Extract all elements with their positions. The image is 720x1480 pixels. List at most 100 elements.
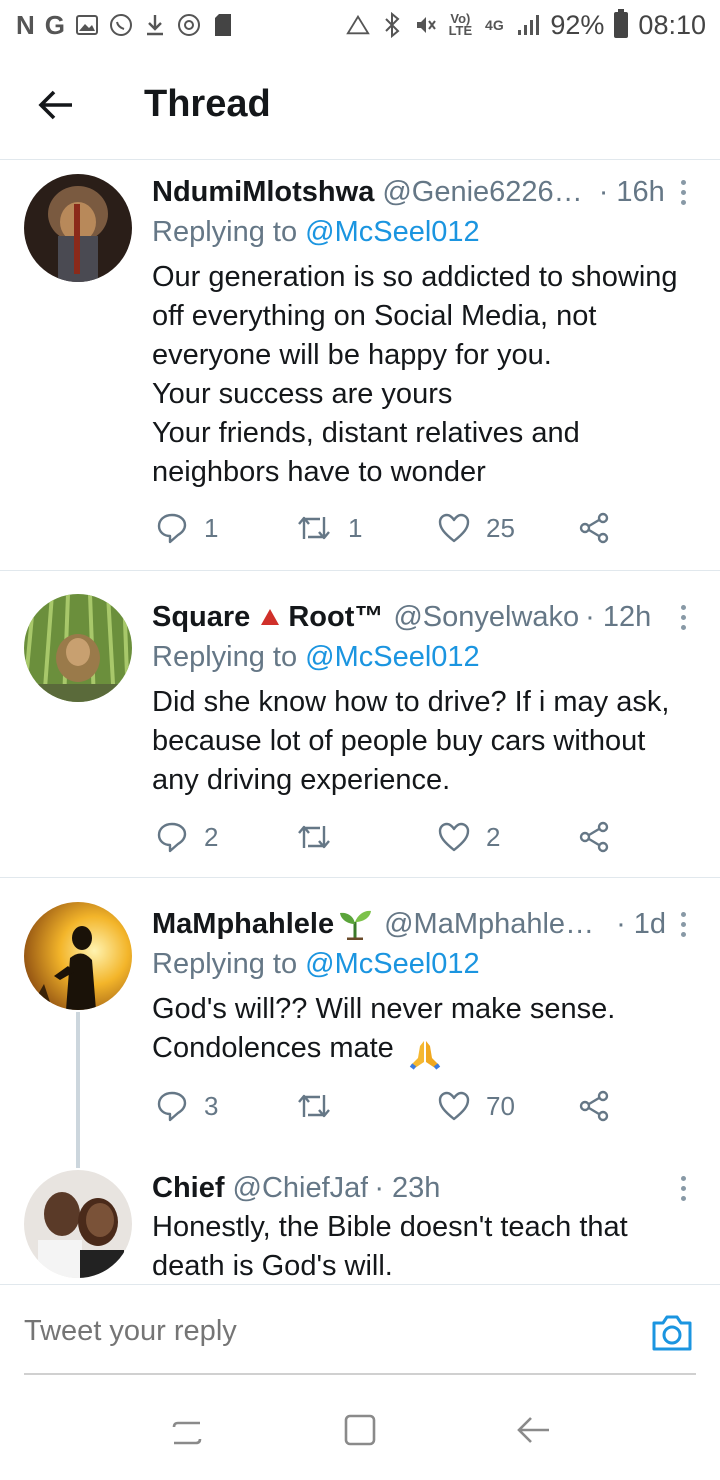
- network-type-icon: 4G: [485, 17, 504, 33]
- share-icon: [579, 821, 609, 853]
- more-options-icon[interactable]: [668, 906, 698, 942]
- user-handle[interactable]: @MaMphahlel…: [384, 908, 600, 941]
- share-icon: [579, 1090, 609, 1122]
- n-icon: N: [16, 9, 35, 40]
- tweet-item[interactable]: Square Root™ @Sonyelwako · 12h Replying …: [0, 571, 720, 877]
- user-handle[interactable]: @Sonyelwako: [393, 601, 579, 634]
- retweet-count: 1: [348, 512, 363, 543]
- replying-to: Replying to @McSeel012: [152, 212, 698, 252]
- user-handle[interactable]: @ChiefJaf: [233, 1172, 369, 1205]
- tweet-body: NdumiMlotshwa @Genie6226… · 16h Replying…: [152, 172, 698, 492]
- back-button[interactable]: [26, 75, 86, 135]
- retweet-button[interactable]: [296, 817, 348, 857]
- mention-link[interactable]: @McSeel012: [305, 641, 480, 673]
- mute-icon: [414, 13, 438, 37]
- heart-icon: [438, 513, 470, 543]
- tweet-time[interactable]: · 23h: [374, 1172, 440, 1205]
- tweet-header: Square Root™ @Sonyelwako · 12h: [152, 597, 698, 637]
- tweet-time[interactable]: · 1d: [616, 908, 666, 941]
- tweet-text: Did she know how to drive? If i may ask,…: [152, 686, 670, 796]
- back-arrow-icon: [38, 90, 72, 119]
- retweet-icon: [298, 825, 330, 849]
- heart-icon: [438, 1091, 470, 1121]
- like-button[interactable]: 2: [438, 817, 500, 857]
- retweet-icon: [298, 516, 330, 540]
- user-name-suffix[interactable]: Root™: [288, 601, 383, 634]
- tweet-actions: 2 2: [152, 817, 632, 857]
- thread-connector-line: [76, 1012, 80, 1168]
- tweet-time[interactable]: · 12h: [585, 601, 651, 634]
- sdcard-icon: [211, 13, 235, 37]
- retweet-button[interactable]: [296, 1086, 348, 1126]
- share-button[interactable]: [578, 1086, 610, 1126]
- sync-icon: [177, 13, 201, 37]
- clock: 08:10: [638, 9, 706, 40]
- reply-composer: [0, 1284, 720, 1375]
- system-back-icon: [517, 1417, 550, 1443]
- like-count: 25: [486, 512, 515, 543]
- more-options-icon[interactable]: [668, 1170, 698, 1206]
- tweet-item[interactable]: Chief @ChiefJaf · 23h Honestly, the Bibl…: [0, 1158, 720, 1284]
- reply-button[interactable]: 1: [156, 508, 218, 548]
- reply-count: 3: [204, 1090, 219, 1121]
- home-icon: [344, 1414, 376, 1446]
- share-button[interactable]: [578, 508, 610, 548]
- home-button[interactable]: [330, 1400, 390, 1460]
- user-handle[interactable]: @Genie6226…: [382, 176, 582, 209]
- status-bar: N G Vo) LTE 4G 92% 08:10: [0, 0, 720, 50]
- tweet-time[interactable]: · 16h: [599, 176, 665, 209]
- more-options-icon[interactable]: [668, 599, 698, 635]
- recent-apps-button[interactable]: [157, 1400, 217, 1460]
- tweet-item[interactable]: NdumiMlotshwa @Genie6226… · 16h Replying…: [0, 160, 720, 570]
- user-name[interactable]: NdumiMlotshwa: [152, 176, 374, 209]
- heart-icon: [438, 822, 470, 852]
- status-left-icons: N G: [16, 10, 235, 41]
- tweet-item[interactable]: MaMphahlele @MaMphahlel… · 1d Replying t…: [0, 878, 720, 1168]
- avatar[interactable]: [24, 1170, 132, 1278]
- tweet-text-wrapper: God's will?? Will never make sense. Cond…: [152, 990, 698, 1070]
- camera-button[interactable]: [650, 1313, 694, 1353]
- reply-input-underline: [24, 1373, 696, 1375]
- user-name[interactable]: Square: [152, 601, 250, 634]
- user-name[interactable]: MaMphahlele: [152, 908, 334, 941]
- user-name[interactable]: Chief: [152, 1172, 225, 1205]
- system-back-button[interactable]: [503, 1400, 563, 1460]
- whatsapp-icon: [109, 13, 133, 37]
- red-triangle-icon: [261, 609, 280, 625]
- status-right-icons: Vo) LTE 4G 92% 08:10: [346, 9, 706, 41]
- mention-link[interactable]: @McSeel012: [305, 216, 480, 248]
- recent-apps-icon: [172, 1421, 201, 1445]
- share-button[interactable]: [578, 817, 610, 857]
- gallery-icon: [75, 13, 99, 37]
- retweet-icon: [298, 1094, 330, 1118]
- tweet-header: NdumiMlotshwa @Genie6226… · 16h: [152, 172, 698, 212]
- mention-link[interactable]: @McSeel012: [305, 948, 480, 980]
- reply-button[interactable]: 2: [156, 817, 218, 857]
- data-saver-icon: [346, 13, 371, 37]
- share-icon: [579, 512, 609, 544]
- bluetooth-icon: [380, 12, 404, 38]
- avatar[interactable]: [24, 594, 132, 702]
- tweet-reply-input[interactable]: [24, 1315, 584, 1348]
- replying-prefix: Replying to: [152, 948, 306, 980]
- praying-hands-emoji-icon: [409, 1041, 441, 1070]
- avatar[interactable]: [24, 902, 132, 1010]
- reply-icon: [157, 513, 187, 544]
- tweet-text: Honestly, the Bible doesn't teach that d…: [152, 1211, 628, 1282]
- tweet-text: Our generation is so addicted to showing…: [152, 261, 678, 488]
- battery-icon: [614, 9, 629, 38]
- like-count: 70: [486, 1090, 515, 1121]
- tweet-actions: 3 70: [152, 1086, 632, 1126]
- reply-icon: [157, 1091, 187, 1122]
- g-icon: G: [44, 9, 66, 40]
- reply-button[interactable]: 3: [156, 1086, 218, 1126]
- retweet-button[interactable]: 1: [296, 508, 362, 548]
- reply-count: 1: [204, 512, 219, 543]
- volte-icon: Vo) LTE: [448, 11, 473, 38]
- more-options-icon[interactable]: [668, 174, 698, 210]
- battery-percentage: 92%: [550, 9, 605, 40]
- like-button[interactable]: 25: [438, 508, 515, 548]
- avatar[interactable]: [24, 174, 132, 282]
- like-button[interactable]: 70: [438, 1086, 515, 1126]
- reply-icon: [157, 822, 187, 853]
